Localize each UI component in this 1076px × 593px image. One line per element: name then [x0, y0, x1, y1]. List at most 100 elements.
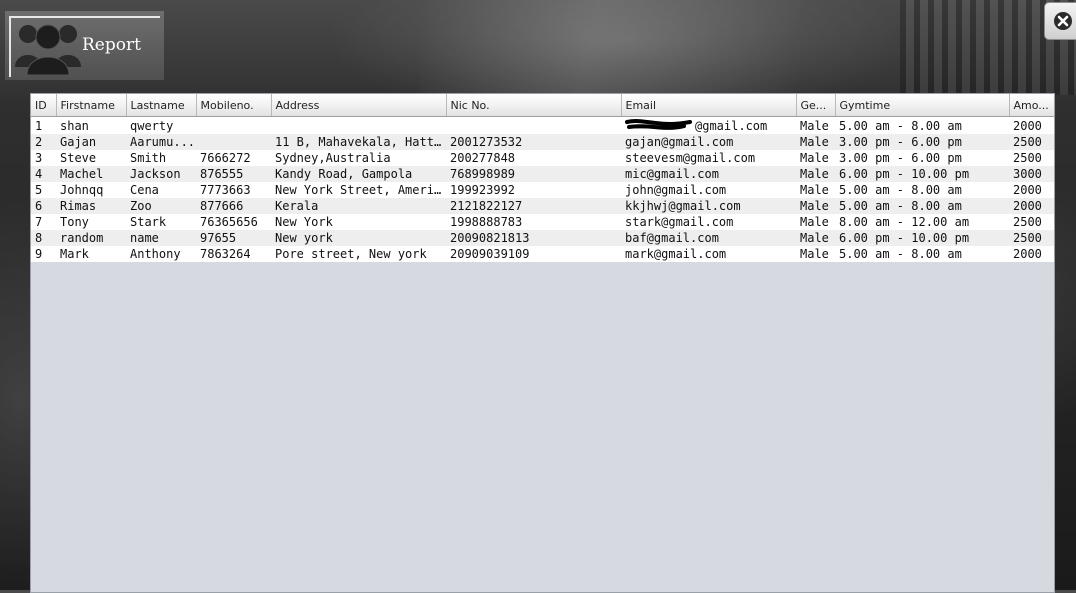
column-header-lastname[interactable]: Lastname	[126, 94, 197, 117]
column-header-amount[interactable]: Amo...	[1009, 94, 1054, 117]
table-row[interactable]: 5 Johnqq Cena 7773663 New York Street, Ameri…	[31, 182, 1054, 198]
table-row[interactable]: 7 Tony Stark 76365656 New York 1998888783 star…	[31, 214, 1054, 230]
table-cell-firstname[interactable]: Machel	[56, 166, 126, 182]
table-cell-id[interactable]: 2	[31, 134, 56, 150]
table-cell-lastname[interactable]: Smith	[126, 150, 196, 166]
table-cell-amount[interactable]: 2000	[1009, 246, 1054, 262]
table-cell-gender[interactable]: Male	[796, 214, 835, 230]
table-cell-gender[interactable]: Male	[796, 166, 835, 182]
table-cell-id[interactable]: 3	[31, 150, 56, 166]
table-cell-mobileno[interactable]: 7863264	[196, 246, 271, 262]
table-cell-id[interactable]: 9	[31, 246, 56, 262]
table-cell-lastname[interactable]: Aarumu...	[126, 134, 196, 150]
table-cell-address[interactable]: Pore street, New york	[271, 246, 446, 262]
table-cell-address[interactable]: New York Street, America	[271, 182, 446, 198]
table-cell-gymtime[interactable]: 8.00 am - 12.00 am	[835, 214, 1009, 230]
table-cell-email[interactable]: stark@gmail.com	[621, 214, 796, 230]
table-cell-lastname[interactable]: Stark	[126, 214, 196, 230]
table-cell-firstname[interactable]: Rimas	[56, 198, 126, 214]
table-cell-firstname[interactable]: Gajan	[56, 134, 126, 150]
table-cell-amount[interactable]: 2500	[1009, 134, 1054, 150]
table-cell-amount[interactable]: 2500	[1009, 214, 1054, 230]
table-cell-id[interactable]: 7	[31, 214, 56, 230]
table-cell-gender[interactable]: Male	[796, 182, 835, 198]
table-cell-address[interactable]: 11 B, Mahavekala, Hatton	[271, 134, 446, 150]
table-cell-gender[interactable]: Male	[796, 134, 835, 150]
table-cell-email[interactable]: kkjhwj@gmail.com	[621, 198, 796, 214]
table-row[interactable]: 3 Steve Smith 7666272 Sydney,Australia 200277…	[31, 150, 1054, 166]
table-cell-firstname[interactable]: Steve	[56, 150, 126, 166]
table-cell-id[interactable]: 5	[31, 182, 56, 198]
table-cell-amount[interactable]: 2500	[1009, 150, 1054, 166]
table-cell-mobileno[interactable]	[196, 116, 271, 134]
column-header-gymtime[interactable]: Gymtime	[835, 94, 1010, 117]
table-row[interactable]: 6 Rimas Zoo 877666 Kerala 2121822127 kkjhwj@gm…	[31, 198, 1054, 214]
table-cell-lastname[interactable]: qwerty	[126, 116, 196, 134]
table-cell-nic[interactable]: 20909039109	[446, 246, 621, 262]
report-button[interactable]: Report	[5, 11, 164, 80]
table-cell-nic[interactable]	[446, 116, 621, 134]
table-cell-amount[interactable]: 2500	[1009, 230, 1054, 246]
table-cell-mobileno[interactable]: 876555	[196, 166, 271, 182]
table-cell-gender[interactable]: Male	[796, 230, 835, 246]
column-header-nic[interactable]: Nic No.	[446, 94, 622, 117]
column-header-id[interactable]: ID	[31, 94, 57, 117]
table-cell-gender[interactable]: Male	[796, 246, 835, 262]
column-header-address[interactable]: Address	[271, 94, 447, 117]
table-cell-gymtime[interactable]: 5.00 am - 8.00 am	[835, 198, 1009, 214]
table-cell-address[interactable]	[271, 116, 446, 134]
table-cell-gymtime[interactable]: 5.00 am - 8.00 am	[835, 182, 1009, 198]
table-cell-amount[interactable]: 2000	[1009, 116, 1054, 134]
table-cell-lastname[interactable]: Jackson	[126, 166, 196, 182]
column-header-gender[interactable]: Ge...	[796, 94, 836, 117]
table-cell-nic[interactable]: 1998888783	[446, 214, 621, 230]
table-cell-nic[interactable]: 20090821813	[446, 230, 621, 246]
table-cell-amount[interactable]: 2000	[1009, 198, 1054, 214]
table-cell-nic[interactable]: 199923992	[446, 182, 621, 198]
table-cell-gender[interactable]: Male	[796, 150, 835, 166]
table-cell-address[interactable]: Sydney,Australia	[271, 150, 446, 166]
table-cell-firstname[interactable]: random	[56, 230, 126, 246]
table-cell-gymtime[interactable]: 3.00 pm - 6.00 pm	[835, 134, 1009, 150]
table-cell-lastname[interactable]: Anthony	[126, 246, 196, 262]
table-cell-email[interactable]: mic@gmail.com	[621, 166, 796, 182]
table-cell-gymtime[interactable]: 5.00 am - 8.00 am	[835, 246, 1009, 262]
table-cell-firstname[interactable]: Mark	[56, 246, 126, 262]
table-cell-mobileno[interactable]	[196, 134, 271, 150]
table-row[interactable]: 8 random name 97655 New york 20090821813 baf@g…	[31, 230, 1054, 246]
column-header-mobileno[interactable]: Mobileno.	[196, 94, 272, 117]
table-cell-mobileno[interactable]: 7773663	[196, 182, 271, 198]
table-cell-firstname[interactable]: Tony	[56, 214, 126, 230]
table-cell-id[interactable]: 6	[31, 198, 56, 214]
table-cell-amount[interactable]: 2000	[1009, 182, 1054, 198]
table-cell-firstname[interactable]: shan	[56, 116, 126, 134]
table-cell-email[interactable]: mark@gmail.com	[621, 246, 796, 262]
table-cell-id[interactable]: 8	[31, 230, 56, 246]
table-cell-amount[interactable]: 3000	[1009, 166, 1054, 182]
table-cell-lastname[interactable]: Zoo	[126, 198, 196, 214]
table-cell-gender[interactable]: Male	[796, 198, 835, 214]
table-cell-nic[interactable]: 2001273532	[446, 134, 621, 150]
table-cell-email[interactable]: steevesm@gmail.com	[621, 150, 796, 166]
column-header-email[interactable]: Email	[621, 94, 797, 117]
report-table-panel[interactable]: ID Firstname Lastname Mobileno. Address Nic N…	[30, 93, 1055, 593]
table-row[interactable]: 9 Mark Anthony 7863264 Pore street, New york…	[31, 246, 1054, 262]
table-row[interactable]: 1 shan qwerty @gmail.com Male 5.00 am - 8.00 …	[31, 116, 1054, 134]
close-button[interactable]	[1044, 2, 1076, 40]
table-row[interactable]: 2 Gajan Aarumu... 11 B, Mahavekala, Hatton 2…	[31, 134, 1054, 150]
table-cell-lastname[interactable]: name	[126, 230, 196, 246]
table-cell-email[interactable]: john@gmail.com	[621, 182, 796, 198]
table-cell-id[interactable]: 1	[31, 116, 56, 134]
table-cell-mobileno[interactable]: 7666272	[196, 150, 271, 166]
table-cell-id[interactable]: 4	[31, 166, 56, 182]
table-cell-mobileno[interactable]: 97655	[196, 230, 271, 246]
table-cell-email[interactable]: baf@gmail.com	[621, 230, 796, 246]
table-cell-gymtime[interactable]: 6.00 pm - 10.00 pm	[835, 230, 1009, 246]
column-header-firstname[interactable]: Firstname	[56, 94, 127, 117]
table-cell-nic[interactable]: 2121822127	[446, 198, 621, 214]
table-cell-address[interactable]: Kerala	[271, 198, 446, 214]
table-cell-gender[interactable]: Male	[796, 116, 835, 134]
table-cell-nic[interactable]: 200277848	[446, 150, 621, 166]
table-cell-email[interactable]: gajan@gmail.com	[621, 134, 796, 150]
table-cell-address[interactable]: Kandy Road, Gampola	[271, 166, 446, 182]
